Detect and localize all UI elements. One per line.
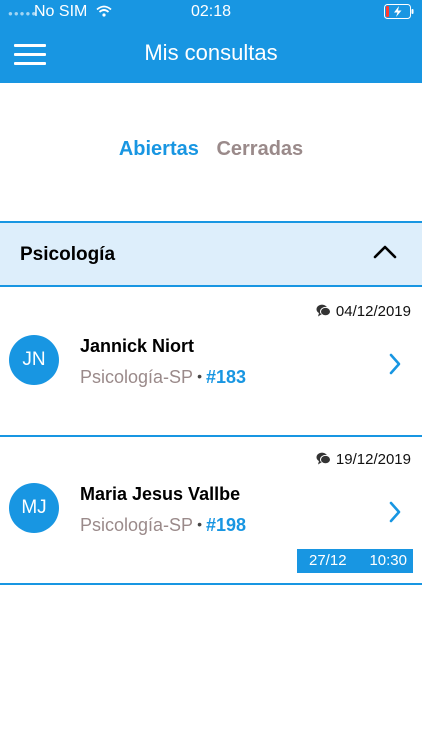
battery-charging-icon — [384, 4, 414, 19]
consultation-tabs: Abiertas Cerradas — [0, 138, 422, 161]
specialty-label: Psicología-SP — [80, 515, 194, 535]
avatar: MJ — [9, 483, 59, 533]
appointment-date: 27/12 — [309, 552, 347, 569]
page-title: Mis consultas — [144, 40, 278, 65]
patient-name: Maria Jesus Vallbe — [80, 484, 241, 504]
separator-dot: • — [197, 516, 202, 532]
section-header-psychology[interactable]: Psicología — [0, 221, 422, 287]
appointment-badge: 27/12 10:30 — [297, 549, 413, 573]
consultation-number: #198 — [205, 515, 247, 535]
chat-bubbles-icon — [316, 304, 331, 317]
consultation-number: #183 — [205, 367, 247, 387]
specialty-label: Psicología-SP — [80, 367, 194, 387]
appointment-time: 10:30 — [369, 552, 407, 569]
card-date: 19/12/2019 — [316, 451, 411, 468]
tab-closed[interactable]: Cerradas — [216, 138, 303, 161]
consultation-card[interactable]: 04/12/2019 JN Jannick Niort Psicología-S… — [0, 289, 422, 437]
app-header: ●●●●● No SIM 02:18 Mis consultas — [0, 0, 422, 83]
chevron-right-icon[interactable] — [388, 352, 402, 376]
patient-name: Jannick Niort — [80, 336, 195, 356]
tab-open[interactable]: Abiertas — [119, 138, 199, 161]
separator-dot: • — [197, 368, 202, 384]
card-date-value: 19/12/2019 — [335, 451, 411, 468]
chevron-right-icon[interactable] — [388, 500, 402, 524]
chat-bubbles-icon — [316, 452, 331, 465]
status-time: 02:18 — [190, 3, 232, 20]
chevron-up-icon[interactable] — [372, 243, 398, 261]
card-date-value: 04/12/2019 — [335, 303, 411, 320]
avatar: JN — [9, 335, 59, 385]
card-date: 04/12/2019 — [316, 303, 411, 320]
card-meta: Psicología-SP • #183 — [80, 367, 246, 388]
section-title: Psicología — [20, 244, 116, 265]
card-meta: Psicología-SP • #198 — [80, 515, 246, 536]
consultation-card[interactable]: 19/12/2019 MJ Maria Jesus Vallbe Psicolo… — [0, 437, 422, 585]
status-bar: ●●●●● No SIM 02:18 — [0, 0, 422, 24]
